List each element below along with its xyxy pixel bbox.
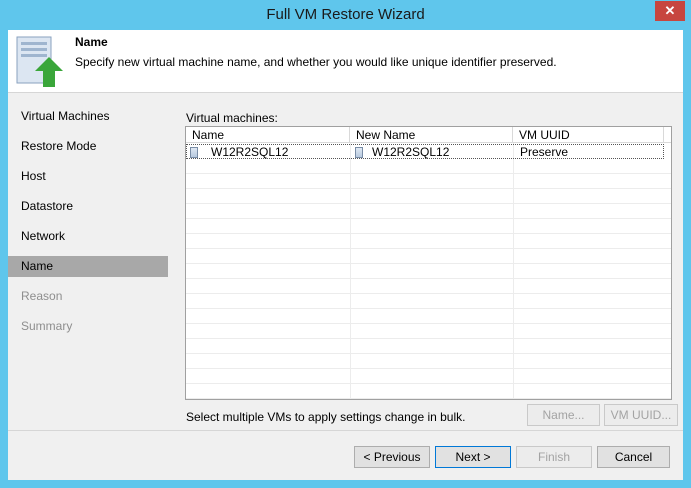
- step-datastore[interactable]: Datastore: [8, 196, 168, 217]
- step-name[interactable]: Name: [8, 256, 168, 277]
- table-row: [186, 234, 671, 249]
- step-host[interactable]: Host: [8, 166, 168, 187]
- table-row: [186, 369, 671, 384]
- window-title: Full VM Restore Wizard: [266, 6, 425, 23]
- table-row: [186, 309, 671, 324]
- wizard-steps: Virtual Machines Restore Mode Host Datas…: [8, 94, 176, 430]
- vm-icon: [190, 147, 198, 158]
- virtual-machines-label: Virtual machines:: [186, 111, 278, 125]
- vm-restore-arrow-icon: [16, 36, 63, 87]
- cell-name: W12R2SQL12: [211, 145, 289, 159]
- finish-button[interactable]: Finish: [516, 446, 592, 468]
- page-description: Specify new virtual machine name, and wh…: [75, 55, 557, 69]
- close-icon: ✕: [664, 3, 676, 18]
- step-restore-mode[interactable]: Restore Mode: [8, 136, 168, 157]
- table-row: [186, 249, 671, 264]
- cell-vm-uuid: Preserve: [520, 145, 569, 159]
- title-bar[interactable]: Full VM Restore Wizard ✕: [0, 0, 691, 30]
- table-row: [186, 384, 671, 399]
- next-button[interactable]: Next >: [435, 446, 511, 468]
- footer-divider: [8, 430, 683, 431]
- table-row: [186, 204, 671, 219]
- column-header-vm-uuid[interactable]: VM UUID: [513, 127, 664, 143]
- table-row: [186, 159, 671, 174]
- grid-header: Name New Name VM UUID: [186, 127, 671, 143]
- vm-uuid-button[interactable]: VM UUID...: [604, 404, 678, 426]
- wizard-window: Full VM Restore Wizard ✕ Name Specify ne…: [0, 0, 691, 488]
- table-row: [186, 354, 671, 369]
- vm-grid[interactable]: Name New Name VM UUID W12R2SQL12 W12R2SQ…: [185, 126, 672, 400]
- page-title: Name: [75, 35, 108, 49]
- bulk-hint: Select multiple VMs to apply settings ch…: [186, 410, 466, 424]
- content-panel: Virtual machines: Name New Name VM UUID …: [176, 94, 683, 430]
- wizard-body: Name Specify new virtual machine name, a…: [8, 30, 683, 480]
- column-header-new-name[interactable]: New Name: [350, 127, 513, 143]
- table-row[interactable]: W12R2SQL12 W12R2SQL12 Preserve: [186, 144, 664, 159]
- table-row: [186, 339, 671, 354]
- name-button[interactable]: Name...: [527, 404, 600, 426]
- step-reason: Reason: [21, 289, 63, 303]
- column-header-name[interactable]: Name: [186, 127, 350, 143]
- table-row: [186, 279, 671, 294]
- cancel-button[interactable]: Cancel: [597, 446, 670, 468]
- table-row: [186, 294, 671, 309]
- cell-new-name: W12R2SQL12: [372, 145, 450, 159]
- close-button[interactable]: ✕: [655, 1, 685, 21]
- previous-button[interactable]: < Previous: [354, 446, 430, 468]
- table-row: [186, 219, 671, 234]
- step-virtual-machines[interactable]: Virtual Machines: [8, 106, 168, 127]
- table-row: [186, 189, 671, 204]
- table-row: [186, 264, 671, 279]
- step-summary: Summary: [21, 319, 73, 333]
- vm-icon: [355, 147, 363, 158]
- table-row: [186, 174, 671, 189]
- step-network[interactable]: Network: [8, 226, 168, 247]
- wizard-header: Name Specify new virtual machine name, a…: [8, 30, 683, 93]
- table-row: [186, 324, 671, 339]
